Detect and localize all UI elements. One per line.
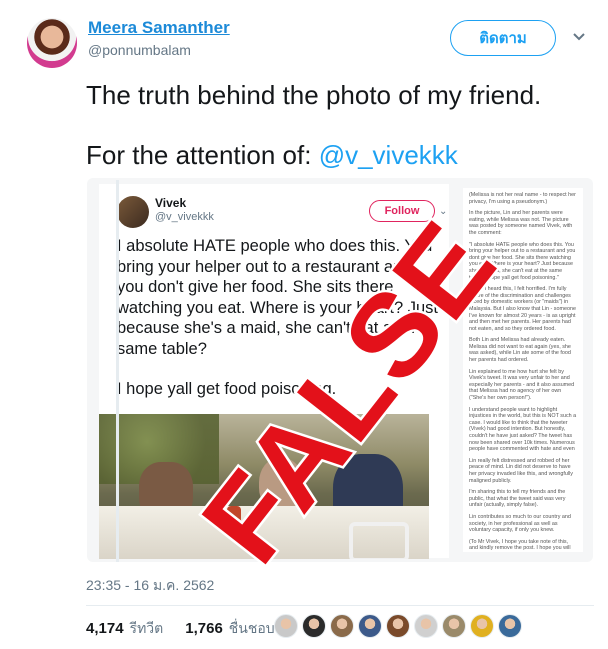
tweet-line-2: For the attention of: @v_vivekkk — [86, 140, 541, 170]
explanation-paragraph: I'm sharing this to tell my friends and … — [469, 489, 566, 509]
liker-avatar[interactable] — [498, 614, 522, 638]
explanation-paragraph: (Melissa is not her real name - to respe… — [469, 192, 576, 205]
embedded-chevron-icon: ⌄ — [439, 206, 448, 217]
likes-count[interactable]: 1,766 — [185, 620, 223, 637]
tweet-line-1: The truth behind the photo of my friend. — [86, 80, 542, 110]
explanation-paragraph: Lin contributes so much to our country a… — [469, 513, 571, 534]
embedded-name: Vivek — [155, 196, 187, 210]
embedded-handle: @v_vivekkk — [155, 211, 214, 223]
liker-avatar[interactable] — [470, 614, 494, 638]
explanation-text: (Melissa is not her real name - to respe… — [463, 188, 583, 552]
retweets-label[interactable]: รีทวีต — [130, 618, 164, 640]
explanation-paragraph: Lin really felt distressed and robbed of… — [469, 457, 573, 484]
author-handle[interactable]: @ponnumbalam — [88, 42, 191, 58]
liker-avatar[interactable] — [274, 614, 298, 638]
tweet-media[interactable]: Vivek @v_vivekkk Follow ⌄ I absolute HAT… — [87, 178, 593, 562]
tweet-line-2-prefix: For the attention of: — [86, 140, 319, 170]
embedded-follow-button: Follow — [369, 200, 435, 222]
explanation-paragraph: Lin explained to me how hurt she felt by… — [469, 368, 575, 402]
tweet-stats: 4,174 รีทวีต 1,766 ชื่นชอบ — [86, 618, 275, 640]
explanation-paragraph: In the picture, Lin and her parents were… — [469, 210, 573, 236]
author-avatar[interactable] — [27, 18, 77, 68]
follow-button[interactable]: ติดตาม — [450, 20, 556, 56]
liker-avatar[interactable] — [386, 614, 410, 638]
explanation-paragraph: When I heard this, I felt horrified. I'm… — [469, 286, 576, 332]
embedded-text-p2: I hope yall get food poisoning. — [117, 380, 337, 398]
liker-avatar[interactable] — [330, 614, 354, 638]
liker-avatar[interactable] — [442, 614, 466, 638]
explanation-paragraph: Both Lin and Melissa had already eaten. … — [469, 337, 571, 364]
retweets-count[interactable]: 4,174 — [86, 620, 124, 637]
liker-avatar[interactable] — [358, 614, 382, 638]
author-name[interactable]: Meera Samanther — [88, 18, 230, 38]
thread-line — [116, 180, 119, 562]
tweet-timestamp[interactable]: 23:35 - 16 ม.ค. 2562 — [86, 575, 214, 597]
explanation-paragraph: (To Mr Vivek, I hope you take note of th… — [469, 538, 571, 552]
likers-avatars[interactable] — [274, 614, 522, 638]
embedded-tweet-text: I absolute HATE people who does this. Yo… — [117, 236, 442, 400]
tweet-text: The truth behind the photo of my friend.… — [86, 80, 541, 170]
chevron-down-icon[interactable] — [572, 32, 586, 42]
likes-label[interactable]: ชื่นชอบ — [229, 618, 275, 640]
divider — [86, 605, 594, 606]
embedded-avatar — [117, 196, 149, 228]
embedded-text-p1: I absolute HATE people who does this. Yo… — [117, 237, 438, 358]
liker-avatar[interactable] — [302, 614, 326, 638]
liker-avatar[interactable] — [414, 614, 438, 638]
mention-link[interactable]: @v_vivekkk — [319, 140, 458, 170]
restaurant-photo — [99, 414, 429, 559]
explanation-paragraph: "I absolute HATE people who does this. Y… — [469, 241, 576, 281]
explanation-paragraph: I understand people want to highlight in… — [469, 406, 577, 453]
